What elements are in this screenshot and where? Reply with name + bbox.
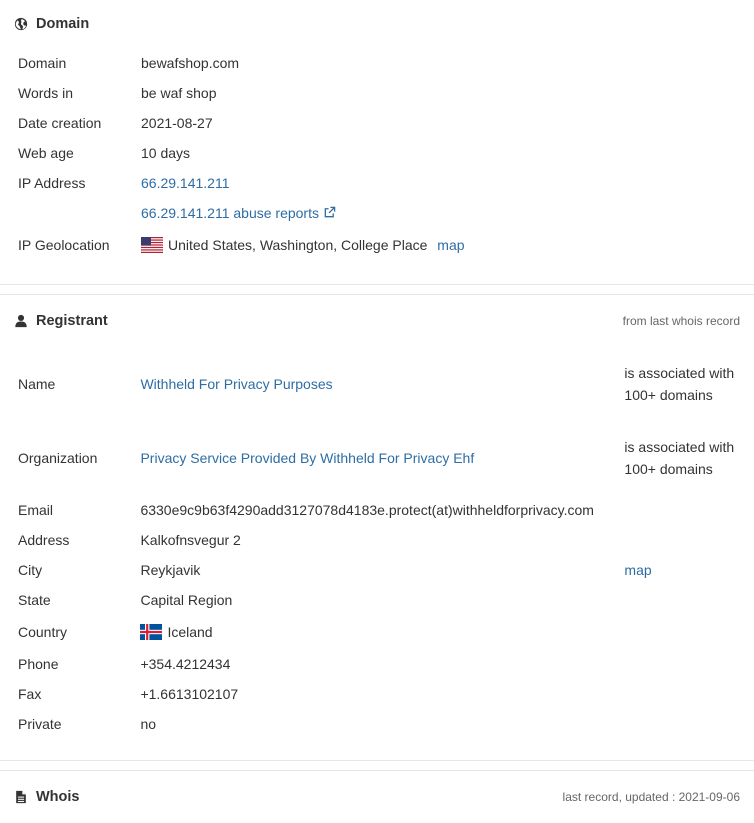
words-value: be waf shop — [141, 85, 217, 101]
phone-row: Phone +354.4212434 — [8, 649, 754, 679]
ip-link[interactable]: 66.29.141.211 — [141, 175, 230, 191]
private-extra-empty — [614, 709, 754, 739]
city-map-link[interactable]: map — [624, 562, 651, 578]
private-label: Private — [18, 716, 62, 732]
ip-row: IP Address 66.29.141.211 — [8, 168, 618, 198]
ip-cell: 66.29.141.211 — [131, 168, 618, 198]
address-row: Address Kalkofnsvegur 2 — [8, 525, 754, 555]
city-map-cell: map — [614, 555, 754, 585]
name-cell: Withheld For Privacy Purposes — [130, 347, 614, 421]
abuse-reports-link[interactable]: 66.29.141.211 abuse reports — [141, 205, 336, 221]
abuse-label-empty — [8, 198, 131, 228]
external-link-icon — [324, 206, 336, 218]
age-row: Web age 10 days — [8, 138, 618, 168]
date-row: Date creation 2021-08-27 — [8, 108, 618, 138]
geo-map-link[interactable]: map — [437, 237, 464, 253]
private-value: no — [140, 716, 157, 732]
age-label: Web age — [18, 145, 74, 161]
address-label: Address — [18, 532, 70, 548]
org-label: Organization — [18, 450, 98, 466]
city-value: Reykjavik — [140, 562, 201, 578]
registrant-note: from last whois record — [622, 314, 740, 328]
date-label: Date creation — [18, 115, 102, 131]
fax-value: +1.6613102107 — [140, 686, 239, 702]
state-row: State Capital Region — [8, 585, 754, 615]
date-value: 2021-08-27 — [141, 115, 213, 131]
name-associated: is associated with 100+ domains — [624, 365, 735, 403]
state-extra-empty — [614, 585, 754, 615]
city-row: City Reykjavik map — [8, 555, 754, 585]
words-row: Words in be waf shop — [8, 78, 618, 108]
phone-label: Phone — [18, 656, 59, 672]
state-value: Capital Region — [140, 592, 233, 608]
org-associated: is associated with 100+ domains — [624, 439, 735, 477]
email-value: 6330e9c9b63f4290add3127078d4183e.protect… — [140, 502, 594, 518]
us-flag-icon — [141, 237, 163, 253]
registrant-spacer — [0, 739, 754, 760]
fax-extra-empty — [614, 679, 754, 709]
org-row: Organization Privacy Service Provided By… — [8, 421, 754, 495]
whois-title: Whois — [14, 789, 80, 805]
domain-header: Domain — [0, 0, 754, 48]
email-row: Email 6330e9c9b63f4290add3127078d4183e.p… — [8, 495, 754, 525]
domain-spacer — [0, 262, 754, 284]
phone-extra-empty — [614, 649, 754, 679]
country-extra-empty — [614, 615, 754, 649]
address-extra-empty — [614, 525, 754, 555]
domain-value: bewafshop.com — [141, 55, 240, 71]
country-label: Country — [18, 624, 68, 640]
email-label: Email — [18, 502, 54, 518]
geo-row: IP Geolocation United States, Washington… — [8, 228, 618, 262]
globe-icon — [14, 17, 28, 31]
state-label: State — [18, 592, 51, 608]
private-row: Private no — [8, 709, 754, 739]
whois-header: Whois last record, updated : 2021-09-06 — [0, 771, 754, 823]
ip-label: IP Address — [18, 175, 86, 191]
name-label: Name — [18, 376, 56, 392]
domain-title-text: Domain — [36, 16, 90, 32]
address-value: Kalkofnsvegur 2 — [140, 532, 241, 548]
geo-label: IP Geolocation — [18, 237, 110, 253]
phone-value: +354.4212434 — [140, 656, 231, 672]
registrant-panel: Registrant from last whois record Name W… — [0, 295, 754, 760]
document-icon — [16, 790, 26, 804]
country-cell: Iceland — [130, 615, 614, 649]
abuse-cell: 66.29.141.211 abuse reports — [131, 198, 618, 228]
country-value: Iceland — [167, 624, 213, 640]
whois-title-text: Whois — [36, 789, 80, 805]
fax-label: Fax — [18, 686, 42, 702]
registrant-table: Name Withheld For Privacy Purposes is as… — [8, 347, 754, 739]
name-row: Name Withheld For Privacy Purposes is as… — [8, 347, 754, 421]
geo-cell: United States, Washington, College Place… — [131, 228, 618, 262]
org-cell: Privacy Service Provided By Withheld For… — [130, 421, 614, 495]
age-value: 10 days — [141, 145, 191, 161]
domain-row: Domain bewafshop.com — [8, 48, 618, 78]
geo-value: United States, Washington, College Place — [168, 237, 428, 253]
fax-row: Fax +1.6613102107 — [8, 679, 754, 709]
divider-gap — [0, 761, 754, 770]
divider-gap — [0, 285, 754, 294]
domain-label: Domain — [18, 55, 67, 71]
name-link[interactable]: Withheld For Privacy Purposes — [140, 376, 332, 392]
domain-title: Domain — [14, 16, 89, 32]
abuse-row: 66.29.141.211 abuse reports — [8, 198, 618, 228]
domain-table: Domain bewafshop.com Words in be waf sho… — [8, 48, 618, 262]
registrant-title-text: Registrant — [36, 313, 108, 329]
abuse-reports-text: 66.29.141.211 abuse reports — [141, 205, 319, 221]
city-label: City — [18, 562, 43, 578]
registrant-header: Registrant from last whois record — [0, 295, 754, 347]
org-link[interactable]: Privacy Service Provided By Withheld For… — [140, 450, 474, 466]
iceland-flag-icon — [140, 624, 163, 640]
words-label: Words in — [18, 85, 73, 101]
country-row: Country Iceland — [8, 615, 754, 649]
registrant-title: Registrant — [14, 313, 108, 329]
whois-note: last record, updated : 2021-09-06 — [562, 790, 740, 804]
user-icon — [15, 314, 27, 328]
domain-panel: Domain Domain bewafshop.com Words in be … — [0, 0, 754, 284]
whois-panel: Whois last record, updated : 2021-09-06 — [0, 771, 754, 823]
